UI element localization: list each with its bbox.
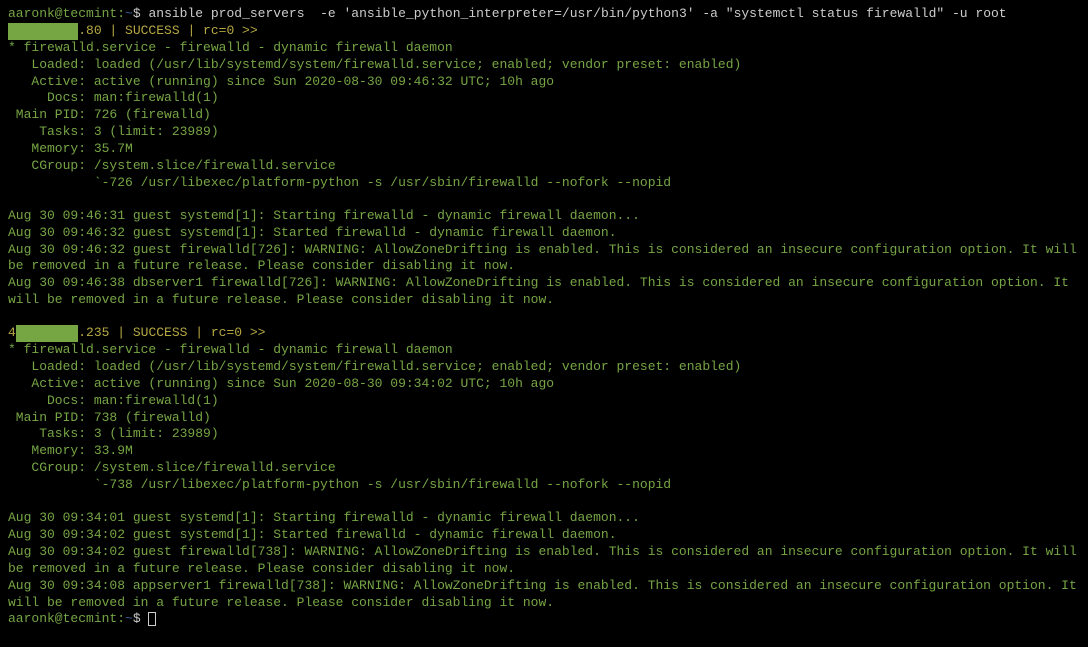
bullet-icon: * (8, 342, 16, 357)
host2-status: | SUCCESS | rc=0 >> (109, 325, 265, 340)
host2-mainpid: Main PID: 738 (firewalld) (8, 410, 1080, 427)
prompt-line-1[interactable]: aaronk@tecmint:~$ ansible prod_servers -… (8, 6, 1080, 23)
host2-ip-tail: .235 (78, 325, 109, 340)
host2-log4: Aug 30 09:34:08 appserver1 firewalld[738… (8, 578, 1080, 612)
prompt-line-2[interactable]: aaronk@tecmint:~$ (8, 611, 1080, 628)
host1-loaded: Loaded: loaded (/usr/lib/systemd/system/… (8, 57, 1080, 74)
host2-service-title: * firewalld.service - firewalld - dynami… (8, 342, 1080, 359)
host1-ip-tail: .80 (78, 23, 101, 38)
redacted-icon: 1 (8, 23, 78, 40)
host2-header: 4 .235 | SUCCESS | rc=0 >> (8, 325, 1080, 342)
prompt-path: ~ (125, 611, 133, 626)
host1-log2: Aug 30 09:46:32 guest systemd[1]: Starte… (8, 225, 1080, 242)
host2-active: Active: active (running) since Sun 2020-… (8, 376, 1080, 393)
bullet-icon: * (8, 40, 16, 55)
host1-cgroup2: `-726 /usr/libexec/platform-python -s /u… (8, 175, 1080, 192)
host1-title-text: firewalld.service - firewalld - dynamic … (16, 40, 453, 55)
prompt-dollar: $ (133, 6, 141, 21)
host2-loaded: Loaded: loaded (/usr/lib/systemd/system/… (8, 359, 1080, 376)
host1-log3: Aug 30 09:46:32 guest firewalld[726]: WA… (8, 242, 1080, 276)
prompt-sep: : (117, 611, 125, 626)
redacted-icon (16, 325, 78, 342)
blank-line (8, 309, 1080, 325)
host2-cgroup2: `-738 /usr/libexec/platform-python -s /u… (8, 477, 1080, 494)
host2-log1: Aug 30 09:34:01 guest systemd[1]: Starti… (8, 510, 1080, 527)
host2-log2: Aug 30 09:34:02 guest systemd[1]: Starte… (8, 527, 1080, 544)
command-text: ansible prod_servers -e 'ansible_python_… (148, 6, 1006, 21)
host2-log3: Aug 30 09:34:02 guest firewalld[738]: WA… (8, 544, 1080, 578)
host1-memory: Memory: 35.7M (8, 141, 1080, 158)
host1-status: | SUCCESS | rc=0 >> (102, 23, 258, 38)
terminal-output: aaronk@tecmint:~$ ansible prod_servers -… (8, 6, 1080, 628)
prompt-userhost: aaronk@tecmint (8, 611, 117, 626)
host2-memory: Memory: 33.9M (8, 443, 1080, 460)
host1-cgroup1: CGroup: /system.slice/firewalld.service (8, 158, 1080, 175)
prompt-path: ~ (125, 6, 133, 21)
host1-service-title: * firewalld.service - firewalld - dynami… (8, 40, 1080, 57)
blank-line (8, 192, 1080, 208)
host2-cgroup1: CGroup: /system.slice/firewalld.service (8, 460, 1080, 477)
host1-mainpid: Main PID: 726 (firewalld) (8, 107, 1080, 124)
host2-ip-prefix: 4 (8, 325, 16, 340)
host1-tasks: Tasks: 3 (limit: 23989) (8, 124, 1080, 141)
cursor-icon (148, 612, 156, 626)
host2-title-text: firewalld.service - firewalld - dynamic … (16, 342, 453, 357)
host1-header: 1 .80 | SUCCESS | rc=0 >> (8, 23, 1080, 40)
prompt-sep: : (117, 6, 125, 21)
prompt-userhost: aaronk@tecmint (8, 6, 117, 21)
prompt-dollar: $ (133, 611, 141, 626)
host2-docs: Docs: man:firewalld(1) (8, 393, 1080, 410)
blank-line (8, 494, 1080, 510)
host2-tasks: Tasks: 3 (limit: 23989) (8, 426, 1080, 443)
host1-log1: Aug 30 09:46:31 guest systemd[1]: Starti… (8, 208, 1080, 225)
host1-active: Active: active (running) since Sun 2020-… (8, 74, 1080, 91)
host1-docs: Docs: man:firewalld(1) (8, 90, 1080, 107)
host1-log4: Aug 30 09:46:38 dbserver1 firewalld[726]… (8, 275, 1080, 309)
